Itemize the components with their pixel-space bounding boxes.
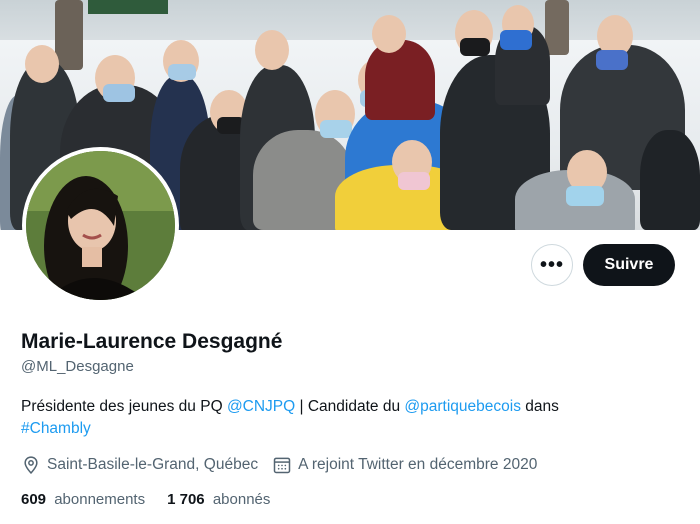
calendar-icon bbox=[273, 457, 291, 474]
followers-link[interactable]: 1 706 abonnés bbox=[167, 491, 270, 508]
follow-button[interactable]: Suivre bbox=[583, 244, 675, 286]
banner-mask bbox=[103, 84, 135, 102]
banner-person-head bbox=[255, 30, 289, 70]
banner-mask bbox=[566, 186, 604, 206]
banner-person-head bbox=[372, 15, 406, 53]
banner-mask bbox=[168, 64, 196, 80]
profile-meta: Saint-Basile-le-Grand, Québec A rejoint … bbox=[21, 455, 551, 475]
banner-person bbox=[365, 40, 435, 120]
banner-mask bbox=[596, 50, 628, 70]
bio-text: Présidente des jeunes du PQ bbox=[21, 398, 227, 415]
banner-person bbox=[640, 130, 700, 230]
profile-joined: A rejoint Twitter en décembre 2020 bbox=[272, 455, 537, 475]
banner-tree bbox=[545, 0, 569, 55]
banner-person-head bbox=[25, 45, 59, 83]
followers-label: abonnés bbox=[212, 491, 271, 508]
location-pin-icon bbox=[24, 456, 38, 474]
location-text: Saint-Basile-le-Grand, Québec bbox=[47, 456, 259, 473]
bio-text: dans bbox=[520, 398, 559, 415]
bio-text: | Candidate du bbox=[295, 398, 405, 415]
banner-mask bbox=[320, 120, 352, 138]
profile-handle: @ML_Desgagne bbox=[21, 358, 134, 375]
banner-mask bbox=[460, 38, 490, 56]
bio-mention-cnjpq[interactable]: @CNJPQ bbox=[227, 398, 295, 415]
profile-stats: 609 abonnements 1 706 abonnés bbox=[21, 491, 292, 508]
following-link[interactable]: 609 abonnements bbox=[21, 491, 145, 508]
bio-mention-partiquebecois[interactable]: @partiquebecois bbox=[404, 398, 521, 415]
following-count: 609 bbox=[21, 491, 47, 508]
profile-location: Saint-Basile-le-Grand, Québec bbox=[21, 455, 258, 475]
more-options-icon: ••• bbox=[539, 253, 564, 276]
banner-tree bbox=[55, 0, 83, 70]
banner-mask bbox=[500, 30, 532, 50]
more-options-button[interactable]: ••• bbox=[531, 244, 573, 286]
banner-building bbox=[88, 0, 168, 14]
follow-button-label: Suivre bbox=[604, 256, 654, 273]
profile-name: Marie-Laurence Desgagné bbox=[21, 330, 283, 353]
followers-count: 1 706 bbox=[167, 491, 205, 508]
profile-avatar[interactable] bbox=[22, 147, 179, 304]
following-label: abonnements bbox=[54, 491, 146, 508]
avatar-portrait bbox=[26, 151, 175, 300]
joined-text: A rejoint Twitter en décembre 2020 bbox=[298, 456, 538, 473]
bio-hashtag-chambly[interactable]: #Chambly bbox=[21, 420, 91, 437]
banner-mask bbox=[398, 172, 430, 190]
profile-bio: Présidente des jeunes du PQ @CNJPQ | Can… bbox=[21, 396, 661, 440]
